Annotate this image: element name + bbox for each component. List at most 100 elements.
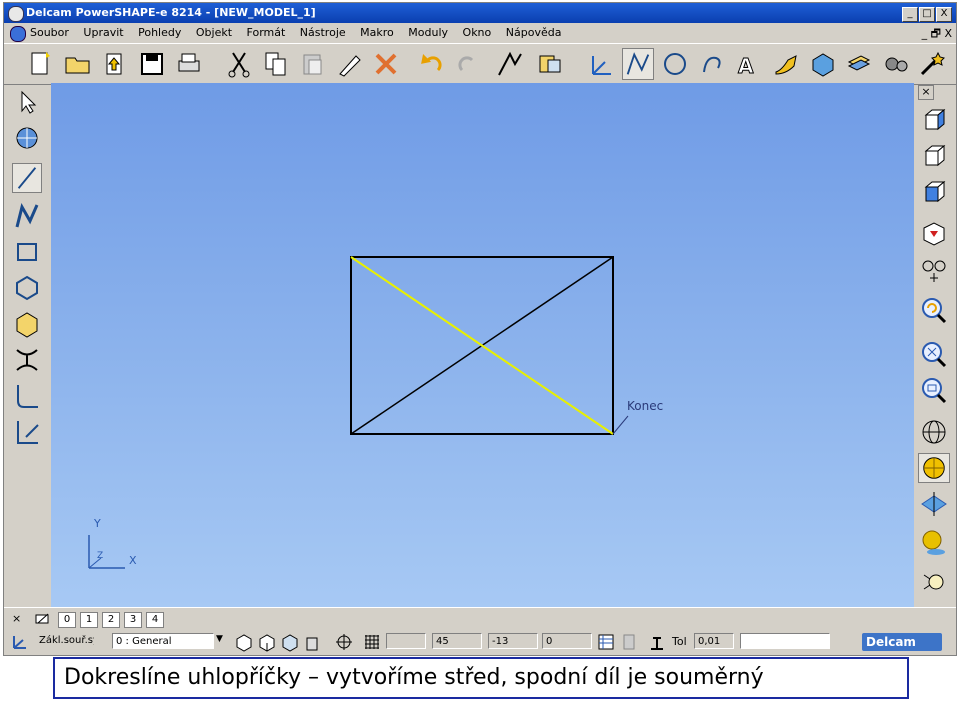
view-iso2-icon[interactable] (918, 141, 950, 171)
grid-icon[interactable] (362, 632, 382, 652)
svg-text:A: A (738, 54, 754, 78)
dynamic-section-icon[interactable] (918, 489, 950, 519)
edit-icon[interactable] (334, 48, 366, 80)
layer-select[interactable]: 0 : General (112, 633, 214, 649)
redo-icon[interactable] (452, 48, 484, 80)
layer-edit-icon[interactable] (34, 612, 52, 626)
cube-select-icon[interactable] (234, 632, 254, 652)
zoom-box-icon[interactable] (918, 375, 950, 405)
selection-icon[interactable] (494, 48, 526, 80)
assembly-icon[interactable] (880, 48, 912, 80)
maximize-button[interactable]: □ (919, 7, 935, 22)
layer-tab-3[interactable]: 3 (124, 612, 142, 628)
delete-icon[interactable] (370, 48, 402, 80)
menu-objekt[interactable]: Objekt (196, 26, 232, 39)
shaded-icon[interactable] (918, 453, 950, 483)
view-front-icon[interactable] (918, 219, 950, 249)
curve-icon[interactable] (770, 48, 802, 80)
menu-soubor[interactable]: Soubor (30, 26, 69, 39)
copy-icon[interactable] (260, 48, 292, 80)
workplane-status-icon[interactable] (10, 632, 30, 652)
arc-icon[interactable] (696, 48, 728, 80)
snap-icon[interactable] (334, 632, 354, 652)
view-iso3-icon[interactable] (918, 177, 950, 207)
calculator-icon[interactable] (619, 632, 639, 652)
layer-tab-2[interactable]: 2 (102, 612, 120, 628)
import-icon[interactable] (99, 48, 131, 80)
line-icon[interactable] (622, 48, 654, 80)
minimize-button[interactable]: _ (902, 7, 918, 22)
cube-select-2-icon[interactable] (257, 632, 277, 652)
layer-tabs-bar: × 0 1 2 3 4 (4, 607, 956, 630)
document-icon[interactable] (10, 26, 26, 42)
zoom-previous-icon[interactable] (918, 295, 950, 325)
coordinate-z-field[interactable]: 0 (542, 633, 592, 649)
lighting-icon[interactable] (918, 567, 950, 597)
axis-indicator (88, 535, 125, 569)
status-bar: Zákl.souř.sy 0 : General ▼ 45 -13 0 Tol … (4, 629, 956, 655)
surface-icon[interactable] (807, 48, 839, 80)
document-window-controls[interactable]: _ 🗗 X (922, 25, 952, 44)
view-iso1-icon[interactable] (918, 105, 950, 135)
material-icon[interactable] (918, 527, 950, 557)
polygon-icon[interactable] (12, 273, 42, 303)
continuous-line-icon[interactable] (12, 201, 42, 231)
menu-pohledy[interactable]: Pohledy (138, 26, 181, 39)
layer-tab-4[interactable]: 4 (146, 612, 164, 628)
solid-icon[interactable] (843, 48, 875, 80)
axis-x-label: X (129, 554, 137, 567)
menu-napoveda[interactable]: Nápověda (506, 26, 562, 39)
open-folder-icon[interactable] (62, 48, 94, 80)
circle-icon[interactable] (659, 48, 691, 80)
slide-caption: Dokreslíne uhlopříčky – vytvoříme střed,… (53, 657, 909, 699)
wireframe-icon[interactable] (918, 417, 950, 447)
offset-corner-icon[interactable] (12, 417, 42, 447)
dimension-icon[interactable] (534, 48, 566, 80)
close-button[interactable]: X (936, 7, 952, 22)
box-icon[interactable] (12, 309, 42, 339)
menu-makro[interactable]: Makro (360, 26, 394, 39)
axis-y-label: Y (94, 517, 101, 530)
corner-icon[interactable] (12, 381, 42, 411)
tolerance-field[interactable]: 0,01 (694, 633, 734, 649)
layer-tab-0[interactable]: 0 (58, 612, 76, 628)
new-file-icon[interactable] (24, 48, 56, 80)
rectangle-icon[interactable] (12, 237, 42, 267)
annotation-label: Konec (627, 399, 664, 413)
layer-bar-close-button[interactable]: × (12, 612, 21, 625)
single-line-icon[interactable] (12, 163, 42, 193)
pointer-icon[interactable] (12, 87, 42, 117)
tolerance-icon[interactable] (647, 632, 667, 652)
print-icon[interactable] (173, 48, 205, 80)
model-drawing (88, 256, 629, 569)
cube-select-3-icon[interactable] (280, 632, 300, 652)
zoom-all-icon[interactable] (918, 339, 950, 369)
workplane-field[interactable]: Zákl.souř.sy (36, 633, 94, 649)
clipboard-icon[interactable] (303, 632, 323, 652)
spin-view-icon[interactable] (918, 255, 950, 285)
wizard-icon[interactable] (916, 48, 948, 80)
save-icon[interactable] (136, 48, 168, 80)
menu-nastroje[interactable]: Nástroje (300, 26, 346, 39)
toolbar-close-button[interactable]: × (918, 85, 934, 100)
workplane-icon[interactable] (585, 48, 617, 80)
table-icon[interactable] (596, 632, 616, 652)
paste-icon[interactable] (297, 48, 329, 80)
menu-format[interactable]: Formát (247, 26, 286, 39)
command-input[interactable] (740, 633, 830, 649)
graphics-canvas[interactable]: Konec Y X Z (51, 83, 914, 607)
transform-icon[interactable] (12, 123, 42, 153)
cut-icon[interactable] (223, 48, 255, 80)
menu-moduly[interactable]: Moduly (408, 26, 448, 39)
chevron-down-icon[interactable]: ▼ (216, 634, 223, 644)
text-icon[interactable]: A (733, 48, 765, 80)
tolerance-label: Tol (672, 635, 687, 648)
coordinate-y-field[interactable]: -13 (488, 633, 538, 649)
menu-okno[interactable]: Okno (463, 26, 492, 39)
menu-upravit[interactable]: Upravit (83, 26, 123, 39)
coordinate-x-field[interactable]: 45 (432, 633, 482, 649)
layer-tab-1[interactable]: 1 (80, 612, 98, 628)
undo-icon[interactable] (416, 48, 448, 80)
right-toolbar: × (914, 83, 956, 607)
fillet-line-icon[interactable] (12, 345, 42, 375)
